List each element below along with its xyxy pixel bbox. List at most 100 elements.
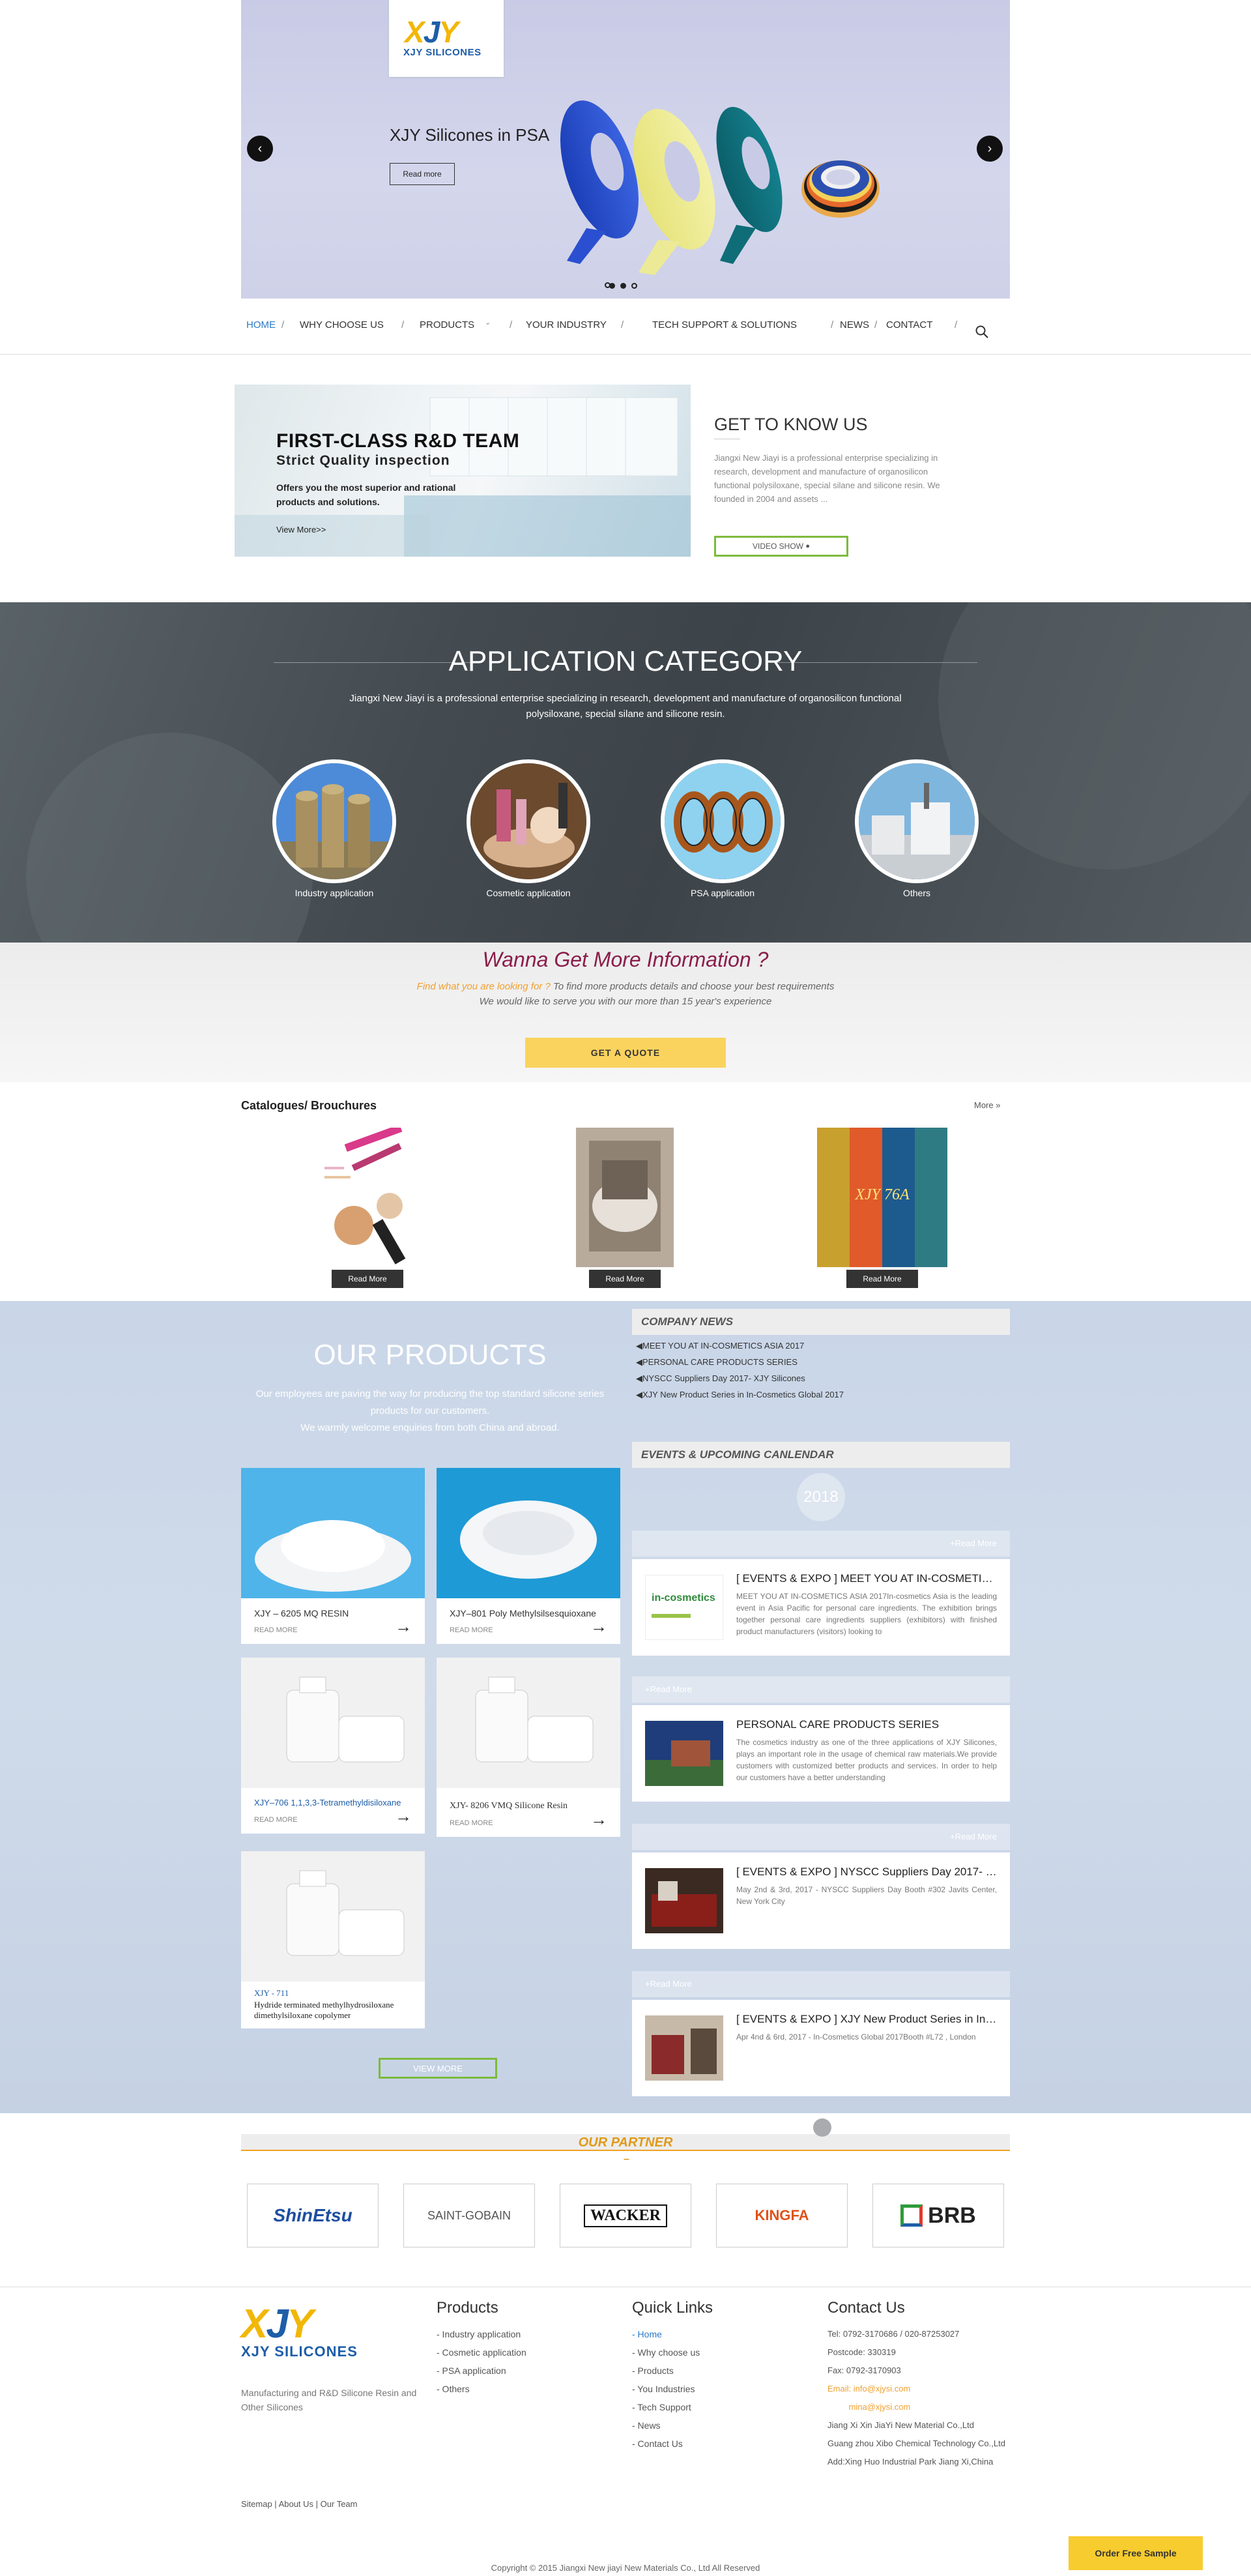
product-title[interactable]: XJY - 711 [254,1988,289,1998]
others-application-image[interactable] [855,759,979,883]
event-description: Apr 4nd & 6rd, 2017 - In-Cosmetics Globa… [736,2032,976,2042]
nav-home[interactable]: HOME [246,319,276,330]
company-news-item[interactable]: ◀MEET YOU AT IN-COSMETICS ASIA 2017 [636,1341,804,1351]
partner-logo-saint-gobain[interactable]: SAINT-GOBAIN [403,2184,535,2247]
product-card[interactable]: XJY–706 1,1,3,3-Tetramethyldisiloxane RE… [241,1658,425,1834]
partner-logo-kingfa[interactable]: KINGFA [716,2184,848,2247]
event-card[interactable]: [ EVENTS & EXPO ] NYSCC Suppliers Day 20… [632,1852,1010,1949]
footer-link[interactable]: - You Industries [632,2380,700,2398]
event-card[interactable]: [ EVENTS & EXPO ] XJY New Product Series… [632,2000,1010,2096]
catalogue-read-more-button-1[interactable]: Read More [332,1270,403,1288]
quote-heading: Wanna Get More Information ? [482,948,769,971]
nav-tech-support[interactable]: TECH SUPPORT & SOLUTIONS [652,319,797,330]
footer-link[interactable]: - Why choose us [632,2343,700,2362]
event-title[interactable]: [ EVENTS & EXPO ] NYSCC Suppliers Day 20… [736,1866,997,1879]
product-card[interactable]: XJY – 6205 MQ RESIN READ MORE → [241,1468,425,1644]
contact-email-1[interactable]: Email: info@xjysi.com [827,2380,1016,2398]
footer-bottom-links[interactable]: Sitemap | About Us | Our Team [241,2499,357,2509]
event-title[interactable]: [ EVENTS & EXPO ] MEET YOU AT IN-COSMETI… [736,1572,997,1585]
catalogues-more-link[interactable]: More » [974,1100,1000,1110]
company-news-item[interactable]: ◀PERSONAL CARE PRODUCTS SERIES [636,1357,798,1368]
footer-logo[interactable]: XJY XJY SILICONES [241,2301,358,2360]
contact-email-2[interactable]: mina@xjysi.com [827,2398,1016,2416]
company-news-item[interactable]: ◀NYSCC Suppliers Day 2017- XJY Silicones [636,1373,805,1384]
slider-dot-1[interactable] [609,283,615,289]
catalogue-read-more-button-3[interactable]: Read More [846,1270,918,1288]
video-show-button[interactable]: VIDEO SHOW ● [714,536,848,557]
partner-logo-brb[interactable]: BRB [872,2184,1004,2247]
event-read-more-strip[interactable]: +Read More [632,1530,1010,1557]
catalogue-cover-cosmetics[interactable] [318,1128,417,1267]
event-read-more[interactable]: +Read More [950,1538,997,1548]
chevron-down-icon: ⌄ [485,319,491,327]
partner-logo-shinetsu[interactable]: ShinEtsu [247,2184,379,2247]
arrow-right-icon[interactable]: → [395,1806,412,1826]
product-title[interactable]: XJY- 8206 VMQ Silicone Resin [450,1801,568,1811]
product-card[interactable]: XJY - 711 Hydride terminated methylhydro… [241,1851,425,2028]
footer-product-link[interactable]: - Others [437,2380,526,2398]
event-card[interactable]: in-cosmetics [ EVENTS & EXPO ] MEET YOU … [632,1559,1010,1656]
nav-separator: / [510,319,513,330]
cosmetic-application-label[interactable]: Cosmetic application [450,888,607,898]
event-card[interactable]: PERSONAL CARE PRODUCTS SERIES The cosmet… [632,1705,1010,1802]
partner-scroll-handle[interactable] [813,2118,831,2137]
slider-next-button[interactable]: › [977,136,1003,162]
nav-contact[interactable]: CONTACT [886,319,932,330]
product-image [437,1468,620,1598]
cosmetic-application-image[interactable] [467,759,590,883]
product-title[interactable]: XJY – 6205 MQ RESIN [254,1608,349,1618]
others-application-label[interactable]: Others [839,888,995,898]
arrow-right-icon[interactable]: → [395,1617,412,1637]
footer-link[interactable]: - News [632,2416,700,2435]
nav-your-industry[interactable]: YOUR INDUSTRY [526,319,607,330]
psa-application-image[interactable] [661,759,784,883]
product-read-more[interactable]: READ MORE [450,1819,493,1827]
arrow-right-icon[interactable]: → [590,1617,607,1637]
industry-application-label[interactable]: Industry application [256,888,412,898]
event-title[interactable]: [ EVENTS & EXPO ] XJY New Product Series… [736,2013,997,2026]
footer-product-link[interactable]: - Cosmetic application [437,2343,526,2362]
arrow-right-icon[interactable]: → [590,1809,607,1830]
view-more-products-button[interactable]: VIEW MORE [379,2058,497,2079]
footer-link[interactable]: - Tech Support [632,2398,700,2416]
event-read-more-strip[interactable]: +Read More [632,1824,1010,1850]
event-read-more[interactable]: +Read More [950,1832,997,1841]
slider-prev-button[interactable]: ‹ [247,136,273,162]
slider-dot-3[interactable] [631,283,637,289]
year-badge: 2018 [797,1473,845,1521]
get-a-quote-button[interactable]: GET A QUOTE [525,1038,726,1068]
event-read-more-strip[interactable]: +Read More [632,1676,1010,1703]
psa-application-label[interactable]: PSA application [644,888,801,898]
footer-product-link[interactable]: - PSA application [437,2362,526,2380]
product-card[interactable]: XJY- 8206 VMQ Silicone Resin READ MORE → [437,1658,620,1837]
search-icon[interactable] [975,325,989,339]
product-read-more[interactable]: READ MORE [254,1816,298,1824]
nav-news[interactable]: NEWS [840,319,869,330]
footer-link-home[interactable]: - Home [632,2325,700,2343]
industry-application-image[interactable] [272,759,396,883]
product-image [437,1658,620,1788]
event-title[interactable]: PERSONAL CARE PRODUCTS SERIES [736,1718,997,1731]
event-read-more[interactable]: +Read More [645,1684,692,1694]
catalogue-cover-psa[interactable]: XJY 76A [817,1128,947,1267]
nav-products[interactable]: PRODUCTS [420,319,474,330]
partner-logo-wacker[interactable]: WACKER [560,2184,691,2247]
slider-dot-2[interactable] [620,283,626,289]
product-title[interactable]: XJY–706 1,1,3,3-Tetramethyldisiloxane [254,1798,401,1808]
event-read-more[interactable]: +Read More [645,1979,692,1989]
product-read-more[interactable]: READ MORE [450,1626,493,1634]
nav-why-choose-us[interactable]: WHY CHOOSE US [300,319,384,330]
site-logo[interactable]: XJY XJY SILICONES [389,0,504,77]
catalogue-read-more-button-2[interactable]: Read More [589,1270,661,1288]
footer-product-link[interactable]: - Industry application [437,2325,526,2343]
product-title[interactable]: XJY–801 Poly Methylsilsesquioxane [450,1608,596,1618]
hero-read-more-button[interactable]: Read more [390,163,455,185]
product-read-more[interactable]: READ MORE [254,1626,298,1634]
catalogue-cover-industry[interactable] [576,1128,674,1267]
event-read-more-strip[interactable]: +Read More [632,1971,1010,1997]
product-card[interactable]: XJY–801 Poly Methylsilsesquioxane READ M… [437,1468,620,1644]
footer-link[interactable]: - Contact Us [632,2435,700,2453]
company-news-item[interactable]: ◀XJY New Product Series in In-Cosmetics … [636,1390,844,1400]
rd-banner-view-more[interactable]: View More>> [276,525,326,534]
footer-link[interactable]: - Products [632,2362,700,2380]
